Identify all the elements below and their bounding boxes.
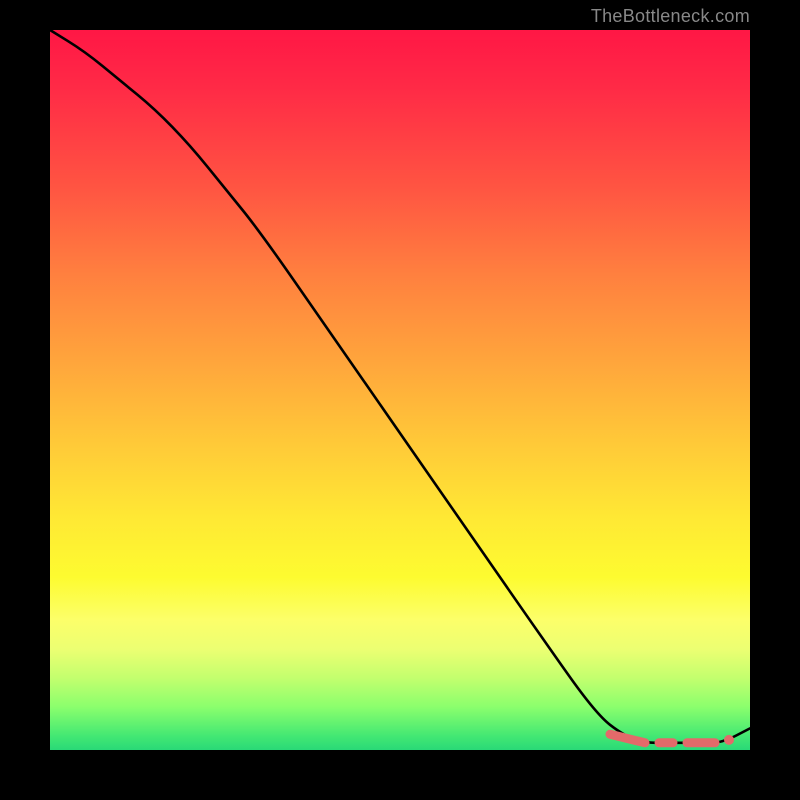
chart-overlay [50,30,750,750]
highlight-segments [610,734,734,745]
chart-frame: TheBottleneck.com [0,0,800,800]
highlight-segment [610,734,645,743]
highlight-point [724,735,734,745]
bottleneck-curve [50,30,750,743]
attribution-label: TheBottleneck.com [591,6,750,27]
